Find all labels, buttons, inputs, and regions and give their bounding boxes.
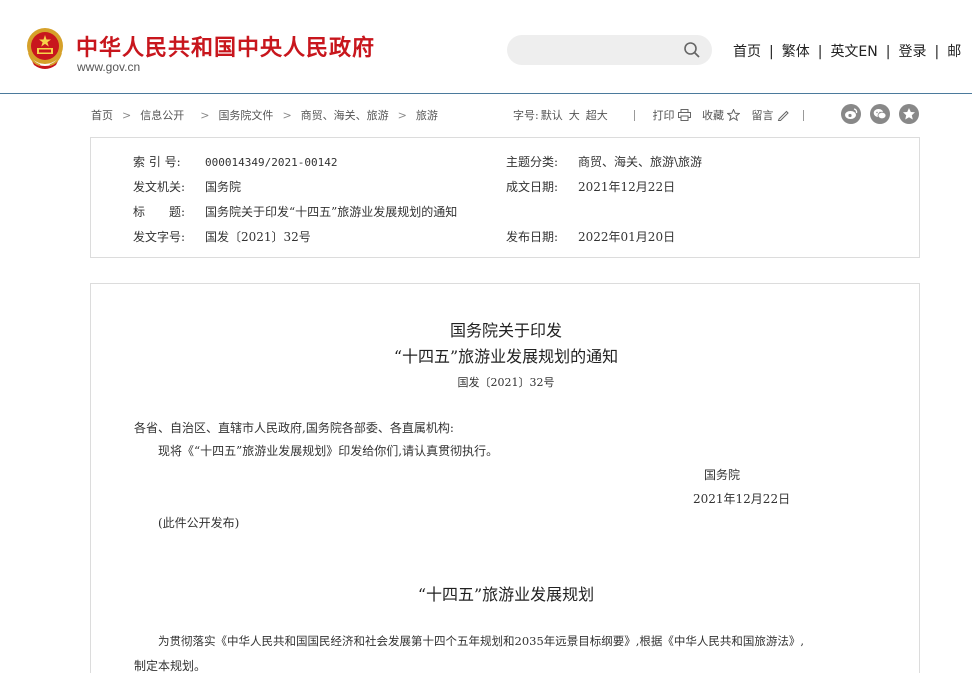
meta-docno-label: 发文字号: (133, 230, 186, 244)
nav-english[interactable]: 英文EN (830, 44, 877, 60)
meta-docno-value: 国发〔2021〕32号 (205, 230, 311, 244)
top-nav: 首页 | 繁体 | 英文EN | 登录 | 邮 (733, 41, 961, 61)
meta-index-value: 000014349/2021-00142 (205, 156, 338, 169)
font-size-control: 字号: 默认大超大 (513, 107, 614, 123)
chevron-right-icon: > (122, 109, 132, 122)
meta-issuer-row: 发文机关: 国务院 (133, 178, 241, 195)
breadcrumb-trade-customs-tourism[interactable]: 商贸、海关、旅游 (301, 107, 389, 123)
article-public-note: (此件公开发布) (158, 516, 240, 530)
print-icon (677, 109, 691, 121)
meta-publish-label: 发布日期: (506, 230, 559, 244)
print-label: 打印 (652, 109, 675, 122)
search-icon[interactable] (683, 41, 701, 59)
pencil-icon (777, 110, 789, 121)
breadcrumb-tourism[interactable]: 旅游 (416, 107, 438, 123)
favorite-label: 收藏 (702, 109, 724, 122)
nav-traditional[interactable]: 繁体 (782, 44, 810, 60)
article-signer: 国务院 (704, 468, 741, 482)
search-input[interactable] (521, 41, 676, 59)
meta-publish-value: 2022年01月20日 (578, 230, 676, 244)
comment-label: 留言 (751, 109, 774, 122)
divider (634, 109, 635, 121)
nav-separator: | (817, 44, 823, 60)
font-size-label: 字号: (513, 109, 539, 122)
site-header: 中华人民共和国中央人民政府 www.gov.cn 首页 | 繁体 | 英文EN | 登录 | 邮 (0, 0, 972, 94)
meta-docno-row: 发文字号: 国发〔2021〕32号 (133, 228, 311, 245)
meta-issuer-label: 发文机关: (133, 180, 186, 194)
meta-publish-row: 发布日期: 2022年01月20日 (506, 228, 675, 245)
star-icon (727, 109, 740, 121)
meta-title-value: 国务院关于印发“十四五”旅游业发展规划的通知 (205, 205, 458, 219)
document-metadata: 索 引 号: 000014349/2021-00142 主题分类: 商贸、海关、旅游… (90, 137, 920, 258)
article-title-line2: “十四五”旅游业发展规划的通知 (393, 347, 619, 366)
article-paragraph: 现将《“十四五”旅游业发展规划》印发给你们,请认真贯彻执行。 (158, 444, 499, 458)
font-size-default[interactable]: 默认 (541, 109, 563, 122)
print-button[interactable]: 打印 (653, 107, 699, 123)
meta-category-row: 主题分类: 商贸、海关、旅游\旅游 (506, 153, 702, 170)
wechat-icon[interactable] (870, 104, 890, 124)
meta-issuer-value: 国务院 (205, 180, 242, 194)
article-doc-number: 国发〔2021〕32号 (457, 376, 555, 389)
meta-written-label: 成文日期: (506, 180, 559, 194)
comment-button[interactable]: 留言 (752, 107, 798, 123)
weibo-icon[interactable] (841, 104, 861, 124)
nav-login[interactable]: 登录 (898, 44, 926, 60)
nav-mail[interactable]: 邮 (947, 44, 961, 60)
font-size-large[interactable]: 大 (569, 109, 580, 122)
meta-index-row: 索 引 号: 000014349/2021-00142 (133, 153, 337, 170)
chevron-right-icon: > (200, 109, 210, 122)
font-size-xlarge[interactable]: 超大 (586, 109, 608, 122)
plan-title: “十四五”旅游业发展规划 (417, 585, 595, 604)
qzone-icon[interactable] (899, 104, 919, 124)
article-title-line1: 国务院关于印发 (449, 321, 562, 340)
plan-paragraph-line1: 为贯彻落实《中华人民共和国国民经济和社会发展第十四个五年规划和2035年远景目标… (158, 634, 805, 648)
breadcrumb: 首页 > 信息公开 > 国务院文件 > 商贸、海关、旅游 > 旅游 (91, 107, 438, 123)
breadcrumb-state-council-docs[interactable]: 国务院文件 (218, 107, 273, 123)
meta-index-label: 索 引 号: (133, 155, 181, 169)
meta-title-label: 标 题: (133, 205, 186, 219)
nav-separator: | (934, 44, 940, 60)
site-title[interactable]: 中华人民共和国中央人民政府 (76, 30, 375, 62)
divider (803, 109, 804, 121)
nav-home[interactable]: 首页 (733, 44, 761, 60)
breadcrumb-info-public[interactable]: 信息公开 (140, 107, 184, 123)
site-url: www.gov.cn (77, 60, 141, 74)
meta-category-value: 商贸、海关、旅游\旅游 (578, 155, 703, 169)
share-buttons (841, 104, 928, 127)
favorite-button[interactable]: 收藏 (702, 107, 748, 123)
search-box (507, 35, 712, 65)
national-emblem-icon[interactable] (26, 27, 64, 71)
article-toolbar: 首页 > 信息公开 > 国务院文件 > 商贸、海关、旅游 > 旅游 字号: 默认大超大 打印 收藏… (91, 104, 921, 124)
nav-separator: | (769, 44, 774, 60)
article-sign-date: 2021年12月22日 (693, 492, 791, 506)
article-salutation: 各省、自治区、直辖市人民政府,国务院各部委、各直属机构: (134, 421, 454, 435)
article-actions: 打印 收藏 留言 (634, 107, 818, 123)
meta-title-row: 标 题: 国务院关于印发“十四五”旅游业发展规划的通知 (133, 203, 457, 220)
plan-paragraph-line2: 制定本规划。 (134, 659, 207, 673)
meta-written-value: 2021年12月22日 (578, 180, 676, 194)
meta-written-row: 成文日期: 2021年12月22日 (506, 178, 675, 195)
article-body: 国务院关于印发 “十四五”旅游业发展规划的通知 国发〔2021〕32号 各省、自… (90, 283, 920, 673)
chevron-right-icon: > (397, 109, 407, 122)
nav-separator: | (885, 44, 891, 60)
chevron-right-icon: > (282, 109, 292, 122)
breadcrumb-home[interactable]: 首页 (91, 107, 113, 123)
meta-category-label: 主题分类: (506, 155, 559, 169)
